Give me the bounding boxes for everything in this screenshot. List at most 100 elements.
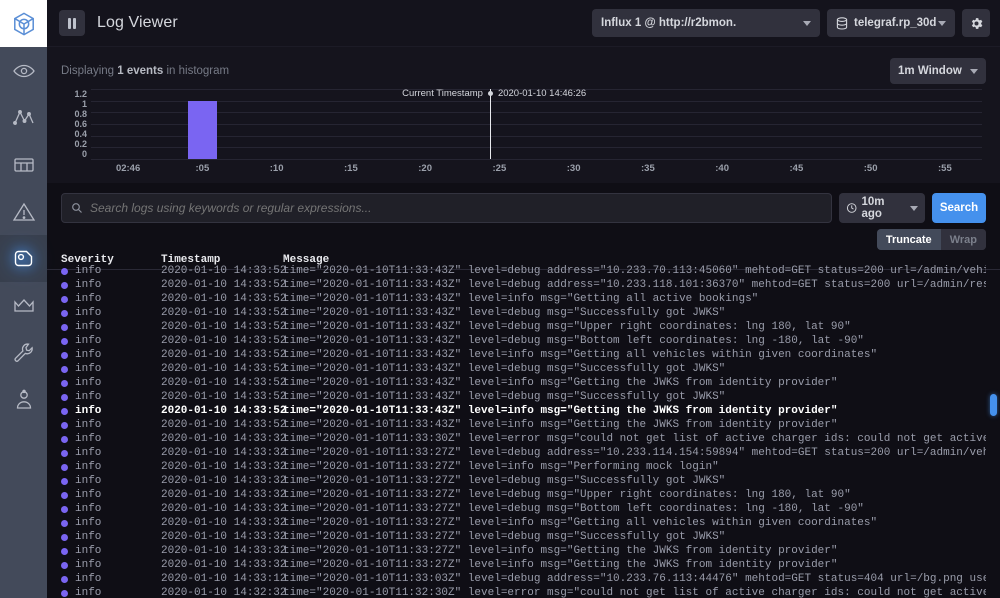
retention-policy-dropdown[interactable]: telegraf.rp_30d [827,9,955,37]
severity-label: info [75,363,102,375]
sidebar-item-admin[interactable] [0,282,47,329]
severity-dot [61,267,68,275]
table-row[interactable]: info 2020-01-10 14:33:32 time="2020-01-10T… [47,544,1000,558]
cell-message: time="2020-01-10T11:33:43Z" level=debug … [283,391,726,403]
table-row[interactable]: info 2020-01-10 14:33:52 time="2020-01-10T… [47,376,1000,390]
x-tick: :50 [863,163,878,174]
table-row[interactable]: info 2020-01-10 14:33:52 time="2020-01-10T… [47,348,1000,362]
cell-timestamp: 2020-01-10 14:33:52 [161,363,287,375]
search-input[interactable] [90,201,822,215]
y-tick: 0.2 [74,139,87,149]
table-row[interactable]: info 2020-01-10 14:33:32 time="2020-01-10T… [47,502,1000,516]
table-row[interactable]: info 2020-01-10 14:33:32 time="2020-01-10T… [47,474,1000,488]
severity-dot [61,421,68,429]
log-scrollbar-thumb[interactable] [990,394,997,416]
settings-button[interactable] [962,9,990,37]
gridline [91,124,982,125]
wrap-toggle-button[interactable]: Wrap [940,229,986,250]
cell-message: time="2020-01-10T11:33:43Z" level=debug … [283,321,851,333]
cell-timestamp: 2020-01-10 14:33:52 [161,377,287,389]
table-row[interactable]: info 2020-01-10 14:33:52 time="2020-01-10T… [47,390,1000,404]
database-icon [836,16,848,30]
severity-dot [61,351,68,359]
severity-label: info [75,475,102,487]
time-range-dropdown[interactable]: 10m ago [839,193,925,223]
cell-severity: info [61,335,161,347]
x-tick: :40 [715,163,729,174]
sidebar-item-log-viewer[interactable] [0,235,47,282]
table-row[interactable]: info 2020-01-10 14:33:52 time="2020-01-10T… [47,418,1000,432]
sidebar-item-configuration[interactable] [0,329,47,376]
gridline [91,100,982,102]
table-row[interactable]: info 2020-01-10 14:33:32 time="2020-01-10T… [47,446,1000,460]
table-row[interactable]: info 2020-01-10 14:33:32 time="2020-01-10T… [47,558,1000,572]
sidebar-item-status[interactable] [0,47,47,94]
severity-dot [61,393,68,401]
plot-area: Current Timestamp 2020-01-10 14:46:26 [91,88,982,160]
window-dropdown-label: 1m Window [898,65,962,77]
table-row[interactable]: info 2020-01-10 14:33:52 time="2020-01-10T… [47,362,1000,376]
cell-severity: info [61,475,161,487]
search-button[interactable]: Search [932,193,986,223]
table-row[interactable]: info 2020-01-10 14:33:12 time="2020-01-10T… [47,572,1000,586]
source-dropdown[interactable]: Influx 1 @ http://r2bmon. [592,9,820,37]
table-row[interactable]: info 2020-01-10 14:33:52 time="2020-01-10T… [47,306,1000,320]
sidebar-item-dashboards[interactable] [0,141,47,188]
current-timestamp-label: Current Timestamp [402,88,483,99]
sidebar-item-data-explorer[interactable] [0,94,47,141]
cell-message: time="2020-01-10T11:33:27Z" level=debug … [283,489,851,501]
pause-button[interactable] [59,10,85,36]
table-row[interactable]: info 2020-01-10 14:33:52 time="2020-01-10T… [47,404,1000,418]
table-row[interactable]: info 2020-01-10 14:33:32 time="2020-01-10T… [47,516,1000,530]
cell-severity: info [61,321,161,333]
search-controls: 10m ago Search [61,193,986,223]
table-row[interactable]: info 2020-01-10 14:33:52 time="2020-01-10T… [47,320,1000,334]
sidebar-item-user[interactable] [0,376,47,423]
cell-severity: info [61,363,161,375]
x-tick: :15 [344,163,358,174]
cell-timestamp: 2020-01-10 14:33:52 [161,293,287,305]
table-row[interactable]: info 2020-01-10 14:33:52 time="2020-01-10T… [47,292,1000,306]
severity-label: info [75,531,102,543]
y-axis-ticks: 1.2 1 0.8 0.6 0.4 0.2 0 [61,89,87,159]
gridline [91,159,982,160]
table-row[interactable]: info 2020-01-10 14:33:52 time="2020-01-10T… [47,278,1000,292]
histogram-bar[interactable] [188,100,217,159]
cell-timestamp: 2020-01-10 14:33:32 [161,531,287,543]
cell-severity: info [61,573,161,585]
table-row[interactable]: info 2020-01-10 14:33:32 time="2020-01-10T… [47,488,1000,502]
chronograf-cube-logo-icon [13,12,34,35]
window-dropdown[interactable]: 1m Window [890,58,986,84]
table-row[interactable]: info 2020-01-10 14:33:32 time="2020-01-10T… [47,432,1000,446]
table-row[interactable]: info 2020-01-10 14:32:32 time="2020-01-10T… [47,586,1000,598]
chevron-down-icon [938,20,946,26]
truncate-toggle-button[interactable]: Truncate [876,229,941,250]
cell-message: time="2020-01-10T11:33:03Z" level=debug … [283,573,986,585]
table-row[interactable]: info 2020-01-10 14:33:32 time="2020-01-10T… [47,460,1000,474]
app-logo[interactable] [0,0,47,47]
table-row[interactable]: info 2020-01-10 14:33:52 time="2020-01-10T… [47,264,1000,278]
table-row[interactable]: info 2020-01-10 14:33:52 time="2020-01-10T… [47,334,1000,348]
time-range-label: 10m ago [861,196,885,220]
severity-label: info [75,419,102,431]
cell-timestamp: 2020-01-10 14:32:32 [161,587,287,598]
histogram-toolbar: Displaying 1 events in histogram 1m Wind… [61,57,986,85]
current-timestamp-value: 2020-01-10 14:46:26 [497,88,587,99]
cell-message: time="2020-01-10T11:33:27Z" level=info m… [283,517,878,529]
cell-severity: info [61,419,161,431]
log-table: Severity Timestamp Message info 2020-01-1… [47,254,1000,598]
severity-label: info [75,405,102,417]
severity-dot [61,407,68,415]
severity-label: info [75,391,102,403]
log-table-body[interactable]: info 2020-01-10 14:33:52 time="2020-01-10T… [47,264,1000,598]
table-row[interactable]: info 2020-01-10 14:33:32 time="2020-01-10T… [47,530,1000,544]
search-field[interactable] [61,193,832,223]
cell-timestamp: 2020-01-10 14:33:32 [161,545,287,557]
gridline [91,147,982,149]
severity-label: info [75,321,102,333]
alert-triangle-icon [12,202,35,221]
x-tick: 02:46 [115,163,141,174]
current-timestamp-annotation: Current Timestamp 2020-01-10 14:46:26 [402,88,586,99]
cell-timestamp: 2020-01-10 14:33:32 [161,503,287,515]
sidebar-item-alerting[interactable] [0,188,47,235]
